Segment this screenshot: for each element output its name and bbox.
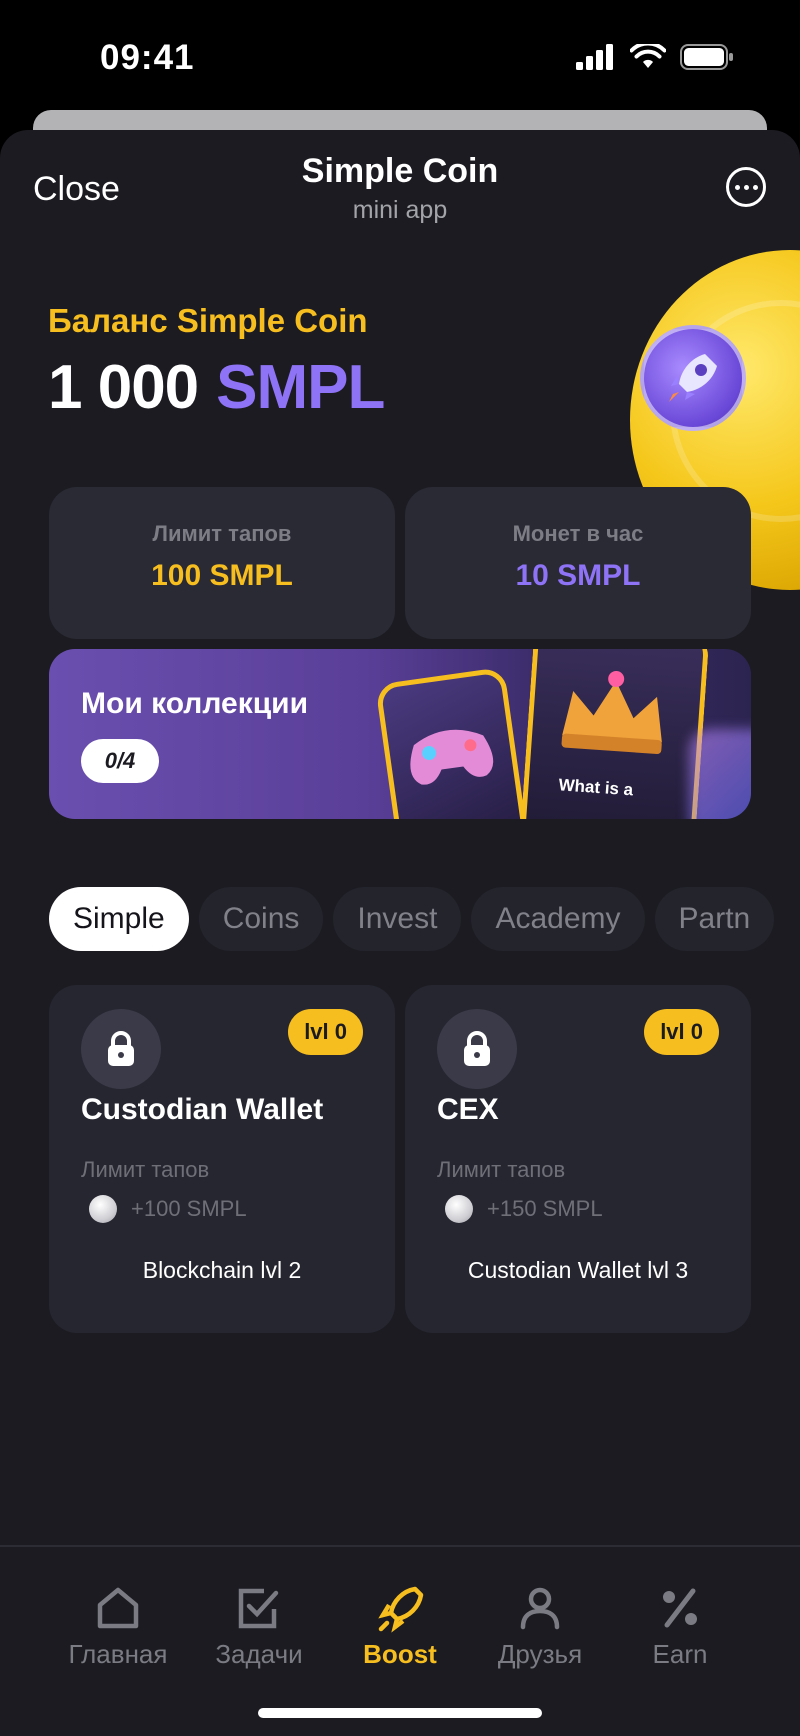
nav-label: Earn xyxy=(652,1639,708,1669)
balance-value: 1 000 SMPL xyxy=(48,352,385,423)
app-title: Simple Coin xyxy=(301,152,499,190)
nav-friends[interactable]: Друзья xyxy=(470,1581,610,1670)
upgrade-requirement: Custodian Wallet lvl 3 xyxy=(467,1257,689,1283)
blurred-card-image xyxy=(689,729,751,819)
card-caption: What is a xyxy=(558,775,634,800)
home-icon xyxy=(48,1581,188,1635)
lock-icon xyxy=(81,1009,161,1089)
balance-unit: SMPL xyxy=(216,353,385,422)
coin-icon xyxy=(89,1195,117,1223)
crown-card-image: What is a xyxy=(519,649,710,819)
my-collections-banner[interactable]: Мои коллекции 0/4 What is a xyxy=(49,649,751,819)
upgrade-reward: +150 SMPL xyxy=(437,1195,603,1223)
tab-coins[interactable]: Coins xyxy=(198,887,324,951)
nav-label: Друзья xyxy=(497,1639,583,1669)
upgrade-title: CEX xyxy=(437,1093,499,1126)
nav-label: Задачи xyxy=(215,1639,303,1669)
signal-icon xyxy=(576,44,613,70)
level-badge: lvl 0 xyxy=(288,1009,363,1055)
gamepad-card-image xyxy=(375,666,529,819)
upgrade-card-cex[interactable]: lvl 0 CEX Лимит тапов +150 SMPL Custodia… xyxy=(405,985,751,1333)
tab-simple[interactable]: Simple xyxy=(49,887,189,951)
tab-academy[interactable]: Academy xyxy=(471,887,645,951)
coins-per-hour-card: Монет в час 10 SMPL xyxy=(405,487,751,639)
level-badge: lvl 0 xyxy=(644,1009,719,1055)
battery-icon xyxy=(680,44,733,70)
collections-title: Мои коллекции xyxy=(81,687,309,720)
lock-icon xyxy=(437,1009,517,1089)
tab-invest[interactable]: Invest xyxy=(333,887,462,951)
nav-earn[interactable]: Earn xyxy=(610,1581,750,1670)
percent-icon xyxy=(610,1581,750,1635)
friends-icon xyxy=(470,1581,610,1635)
tab-partners[interactable]: Partn xyxy=(654,887,775,951)
collections-count: 0/4 xyxy=(81,739,159,783)
reward-value: +150 SMPL xyxy=(487,1196,603,1221)
tasks-icon xyxy=(189,1581,329,1635)
nav-label: Boost xyxy=(363,1639,437,1669)
category-tabs: Simple Coins Invest Academy Partn xyxy=(49,887,775,951)
dot xyxy=(734,184,740,190)
stat-label: Лимит тапов xyxy=(152,521,292,546)
upgrade-title: Custodian Wallet xyxy=(81,1093,324,1126)
status-icons xyxy=(576,44,734,70)
status-bar: 09:41 xyxy=(0,0,800,110)
upgrade-label: Лимит тапов xyxy=(81,1157,210,1182)
balance-amount: 1 000 xyxy=(48,353,199,422)
nav-tasks[interactable]: Задачи xyxy=(189,1581,329,1670)
stat-value: 10 SMPL xyxy=(515,559,641,592)
tap-limit-card: Лимит тапов 100 SMPL xyxy=(49,487,395,639)
rocket-badge-icon xyxy=(640,325,746,431)
more-options-button[interactable] xyxy=(726,167,766,207)
dot xyxy=(743,184,749,190)
upgrade-reward: +100 SMPL xyxy=(81,1195,247,1223)
upgrade-card-custodian-wallet[interactable]: lvl 0 Custodian Wallet Лимит тапов +100 … xyxy=(49,985,395,1333)
wifi-icon xyxy=(630,44,666,68)
upgrade-label: Лимит тапов xyxy=(437,1157,566,1182)
stat-label: Монет в час xyxy=(512,521,644,546)
balance-label: Баланс Simple Coin xyxy=(48,302,368,339)
rocket-icon xyxy=(330,1581,470,1635)
mini-app-sheet: Close Simple Coin mini app Баланс Simple… xyxy=(0,130,800,1734)
dot xyxy=(752,184,758,190)
nav-home[interactable]: Главная xyxy=(48,1581,188,1670)
reward-value: +100 SMPL xyxy=(131,1196,247,1221)
home-indicator xyxy=(258,1708,542,1718)
app-subtitle: mini app xyxy=(352,196,448,224)
upgrade-requirement: Blockchain lvl 2 xyxy=(142,1257,302,1283)
nav-label: Главная xyxy=(68,1639,168,1669)
status-time: 09:41 xyxy=(100,38,195,77)
nav-boost[interactable]: Boost xyxy=(330,1581,470,1670)
stat-value: 100 SMPL xyxy=(151,559,293,592)
coin-icon xyxy=(445,1195,473,1223)
